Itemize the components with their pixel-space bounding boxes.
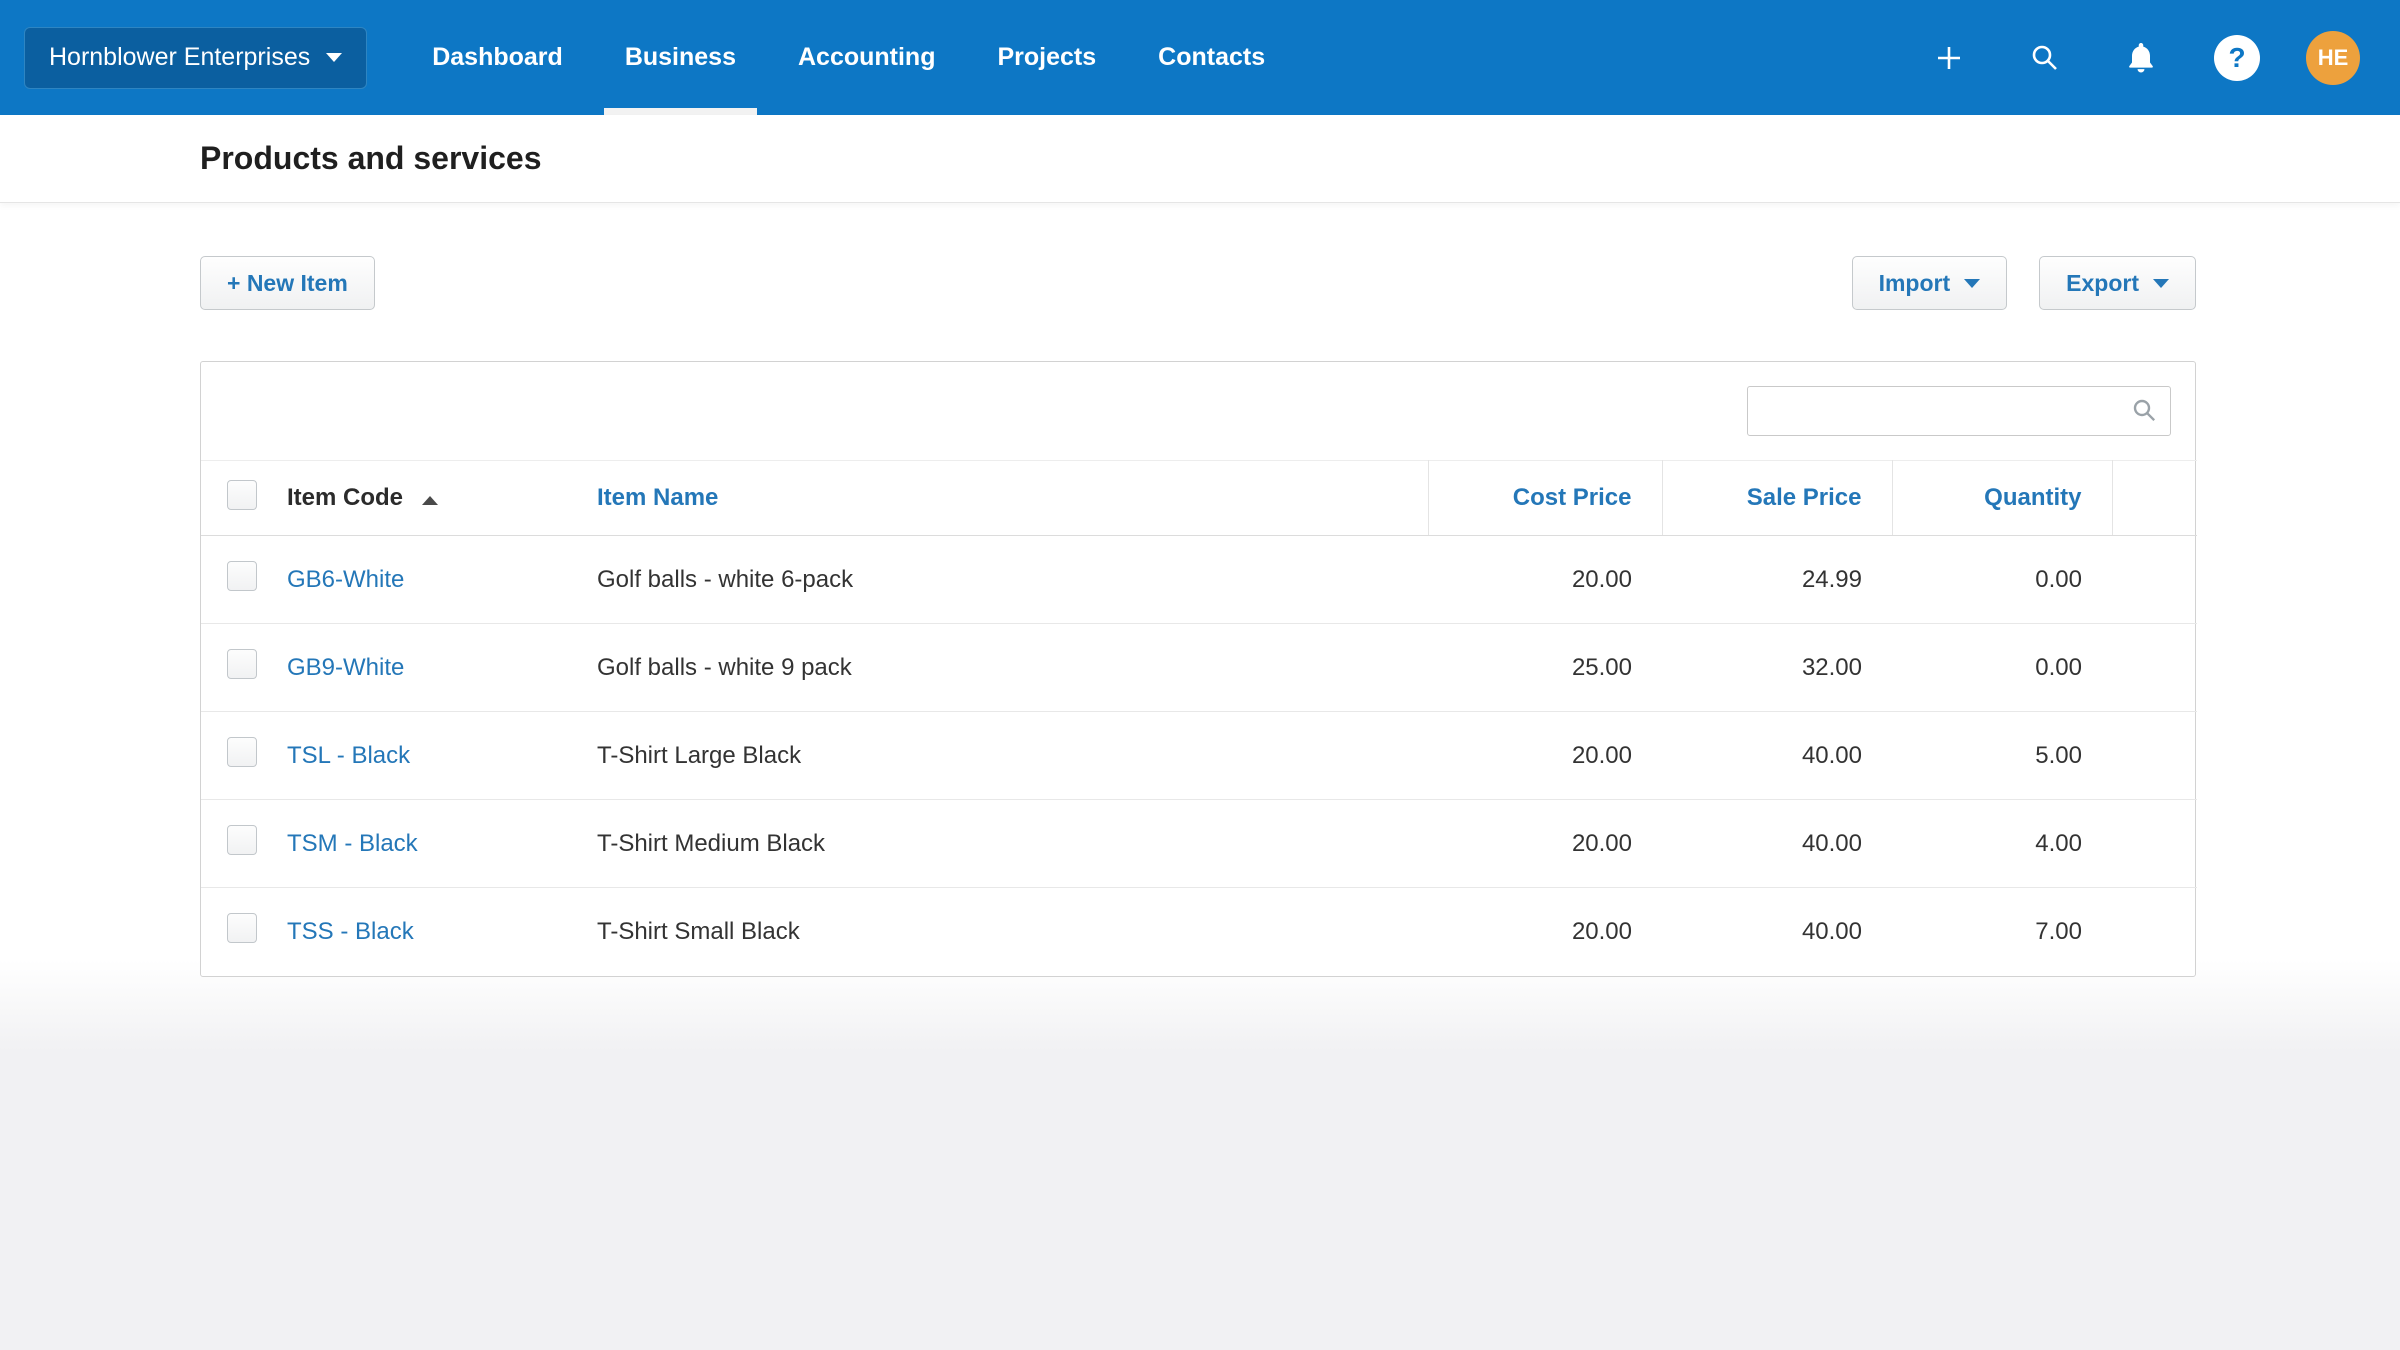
row-checkbox[interactable]	[227, 913, 257, 943]
item-code-link[interactable]: TSL - Black	[287, 742, 410, 769]
nav-item-accounting[interactable]: Accounting	[767, 0, 967, 115]
row-checkbox[interactable]	[227, 737, 257, 767]
help-icon[interactable]: ?	[2210, 31, 2264, 85]
toolbar: + New Item Import Export	[200, 256, 2196, 310]
item-name: T-Shirt Small Black	[597, 888, 1428, 976]
primary-nav: Dashboard Business Accounting Projects C…	[401, 0, 1296, 115]
chevron-down-icon	[326, 53, 342, 62]
column-header-cost-price[interactable]: Cost Price	[1428, 461, 1662, 536]
quantity: 0.00	[1892, 624, 2112, 712]
select-all-checkbox[interactable]	[227, 480, 257, 510]
row-checkbox[interactable]	[227, 561, 257, 591]
export-label: Export	[2066, 270, 2139, 297]
column-header-item-name[interactable]: Item Name	[597, 461, 1428, 536]
page-title-bar: Products and services	[0, 115, 2400, 203]
export-button[interactable]: Export	[2039, 256, 2196, 310]
cost-price: 20.00	[1428, 800, 1662, 888]
table-row: GB6-White Golf balls - white 6-pack 20.0…	[201, 536, 2197, 624]
company-selector[interactable]: Hornblower Enterprises	[24, 27, 367, 89]
nav-item-label: Accounting	[798, 43, 936, 72]
sale-price: 24.99	[1662, 536, 1892, 624]
search-icon[interactable]	[2018, 31, 2072, 85]
company-name: Hornblower Enterprises	[49, 43, 310, 72]
user-avatar[interactable]: HE	[2306, 31, 2360, 85]
nav-item-label: Dashboard	[432, 43, 563, 72]
sale-price: 40.00	[1662, 712, 1892, 800]
item-name: T-Shirt Medium Black	[597, 800, 1428, 888]
quantity: 7.00	[1892, 888, 2112, 976]
item-code-link[interactable]: GB6-White	[287, 566, 404, 593]
item-code-link[interactable]: TSM - Black	[287, 830, 418, 857]
column-header-quantity[interactable]: Quantity	[1892, 461, 2112, 536]
cost-price: 25.00	[1428, 624, 1662, 712]
new-item-button[interactable]: + New Item	[200, 256, 375, 310]
table-search	[1747, 386, 2171, 436]
cost-price: 20.00	[1428, 536, 1662, 624]
cost-price: 20.00	[1428, 888, 1662, 976]
sale-price: 32.00	[1662, 624, 1892, 712]
chevron-down-icon	[2153, 279, 2169, 288]
chevron-down-icon	[1964, 279, 1980, 288]
search-input[interactable]	[1747, 386, 2171, 436]
nav-item-contacts[interactable]: Contacts	[1127, 0, 1296, 115]
item-name: T-Shirt Large Black	[597, 712, 1428, 800]
import-label: Import	[1879, 270, 1951, 297]
quantity: 0.00	[1892, 536, 2112, 624]
table-row: TSM - Black T-Shirt Medium Black 20.00 4…	[201, 800, 2197, 888]
nav-item-dashboard[interactable]: Dashboard	[401, 0, 594, 115]
page-title: Products and services	[200, 140, 541, 177]
item-code-link[interactable]: TSS - Black	[287, 918, 414, 945]
nav-item-label: Business	[625, 43, 736, 72]
plus-icon[interactable]	[1922, 31, 1976, 85]
avatar-initials: HE	[2318, 45, 2349, 71]
products-table-card: Item Code Item Name Cost Price Sale Pric…	[200, 361, 2196, 977]
sort-ascending-icon	[422, 496, 438, 505]
nav-item-label: Projects	[997, 43, 1096, 72]
products-table: Item Code Item Name Cost Price Sale Pric…	[201, 460, 2197, 976]
table-header-row: Item Code Item Name Cost Price Sale Pric…	[201, 461, 2197, 536]
sale-price: 40.00	[1662, 888, 1892, 976]
sale-price: 40.00	[1662, 800, 1892, 888]
item-code-link[interactable]: GB9-White	[287, 654, 404, 681]
nav-utility-icons: ? HE	[1922, 31, 2360, 85]
item-name: Golf balls - white 9 pack	[597, 624, 1428, 712]
top-navigation-bar: Hornblower Enterprises Dashboard Busines…	[0, 0, 2400, 115]
nav-item-projects[interactable]: Projects	[966, 0, 1127, 115]
table-row: GB9-White Golf balls - white 9 pack 25.0…	[201, 624, 2197, 712]
cost-price: 20.00	[1428, 712, 1662, 800]
quantity: 5.00	[1892, 712, 2112, 800]
help-glyph: ?	[2228, 42, 2245, 74]
bell-icon[interactable]	[2114, 31, 2168, 85]
quantity: 4.00	[1892, 800, 2112, 888]
item-name: Golf balls - white 6-pack	[597, 536, 1428, 624]
column-header-sale-price[interactable]: Sale Price	[1662, 461, 1892, 536]
row-checkbox[interactable]	[227, 649, 257, 679]
table-row: TSL - Black T-Shirt Large Black 20.00 40…	[201, 712, 2197, 800]
column-header-item-code[interactable]: Item Code	[279, 461, 597, 536]
table-row: TSS - Black T-Shirt Small Black 20.00 40…	[201, 888, 2197, 976]
nav-item-label: Contacts	[1158, 43, 1265, 72]
row-checkbox[interactable]	[227, 825, 257, 855]
new-item-label: + New Item	[227, 270, 348, 297]
page-content: + New Item Import Export	[0, 203, 2400, 1350]
import-button[interactable]: Import	[1852, 256, 2008, 310]
nav-item-business[interactable]: Business	[594, 0, 767, 115]
